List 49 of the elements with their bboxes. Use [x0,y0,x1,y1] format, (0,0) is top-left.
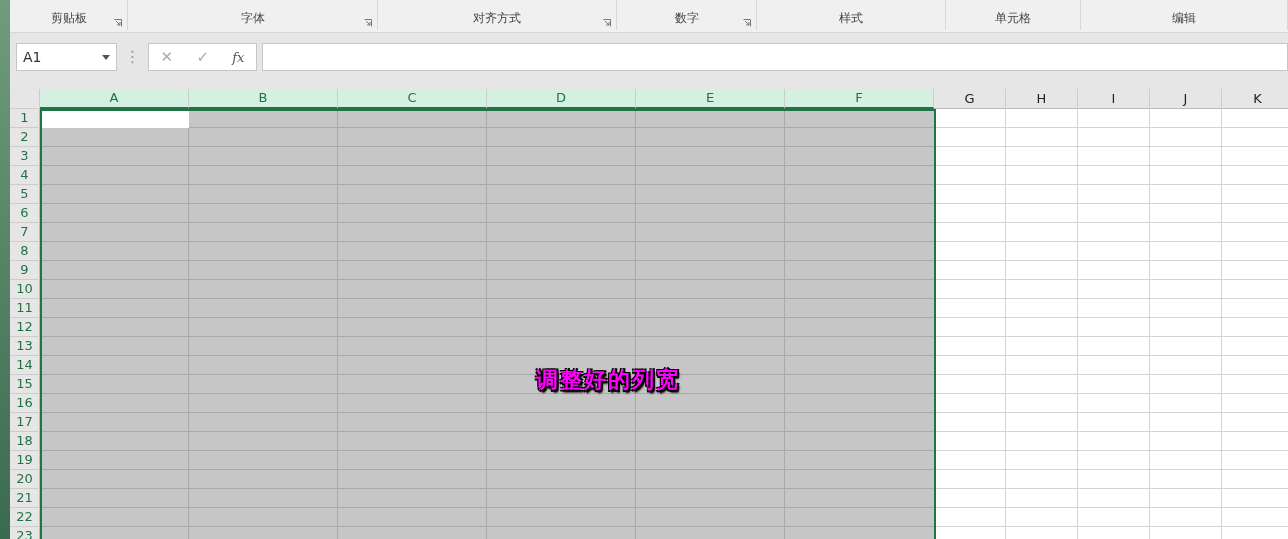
name-box[interactable]: A1 [16,43,117,71]
column-header[interactable]: B [189,89,338,109]
column-header[interactable]: C [338,89,487,109]
row-header[interactable]: 22 [10,508,40,527]
row-header[interactable]: 8 [10,242,40,261]
dialog-launcher-icon[interactable] [603,19,611,27]
column-header[interactable]: H [1006,89,1078,109]
column-header[interactable]: J [1150,89,1222,109]
row-header[interactable]: 19 [10,451,40,470]
row-header[interactable]: 1 [10,109,40,128]
row-header[interactable]: 16 [10,394,40,413]
row-header[interactable]: 2 [10,128,40,147]
dialog-launcher-icon[interactable] [743,19,751,27]
column-header[interactable]: I [1078,89,1150,109]
row-header[interactable]: 10 [10,280,40,299]
row-header[interactable]: 4 [10,166,40,185]
row-header[interactable]: 11 [10,299,40,318]
row-header[interactable]: 9 [10,261,40,280]
row-header[interactable]: 14 [10,356,40,375]
row-header[interactable]: 20 [10,470,40,489]
row-header[interactable]: 13 [10,337,40,356]
row-header[interactable]: 12 [10,318,40,337]
group-label: 样式 [839,10,863,27]
group-label: 单元格 [995,10,1031,27]
active-cell[interactable] [42,111,189,128]
row-header[interactable]: 15 [10,375,40,394]
row-header[interactable]: 21 [10,489,40,508]
row-header[interactable]: 3 [10,147,40,166]
column-header[interactable]: K [1222,89,1288,109]
group-label: 编辑 [1172,10,1196,27]
column-header[interactable]: A [40,89,189,109]
dialog-launcher-icon[interactable] [114,19,122,27]
formula-input[interactable] [262,43,1288,71]
group-label: 数字 [674,10,699,27]
column-header[interactable]: D [487,89,636,109]
row-header[interactable]: 18 [10,432,40,451]
row-header[interactable]: 5 [10,185,40,204]
row-header[interactable]: 7 [10,223,40,242]
column-header[interactable]: F [785,89,934,109]
caption-text: 调整好的列宽 [536,367,680,394]
insert-function-button[interactable]: fx [228,50,249,64]
column-header[interactable]: G [934,89,1006,109]
group-label: 对齐方式 [473,10,521,27]
dialog-launcher-icon[interactable] [364,19,372,27]
row-header[interactable]: 6 [10,204,40,223]
group-label: 字体 [240,10,265,27]
group-label: 剪贴板 [50,10,87,27]
row-header[interactable]: 17 [10,413,40,432]
column-header[interactable]: E [636,89,785,109]
